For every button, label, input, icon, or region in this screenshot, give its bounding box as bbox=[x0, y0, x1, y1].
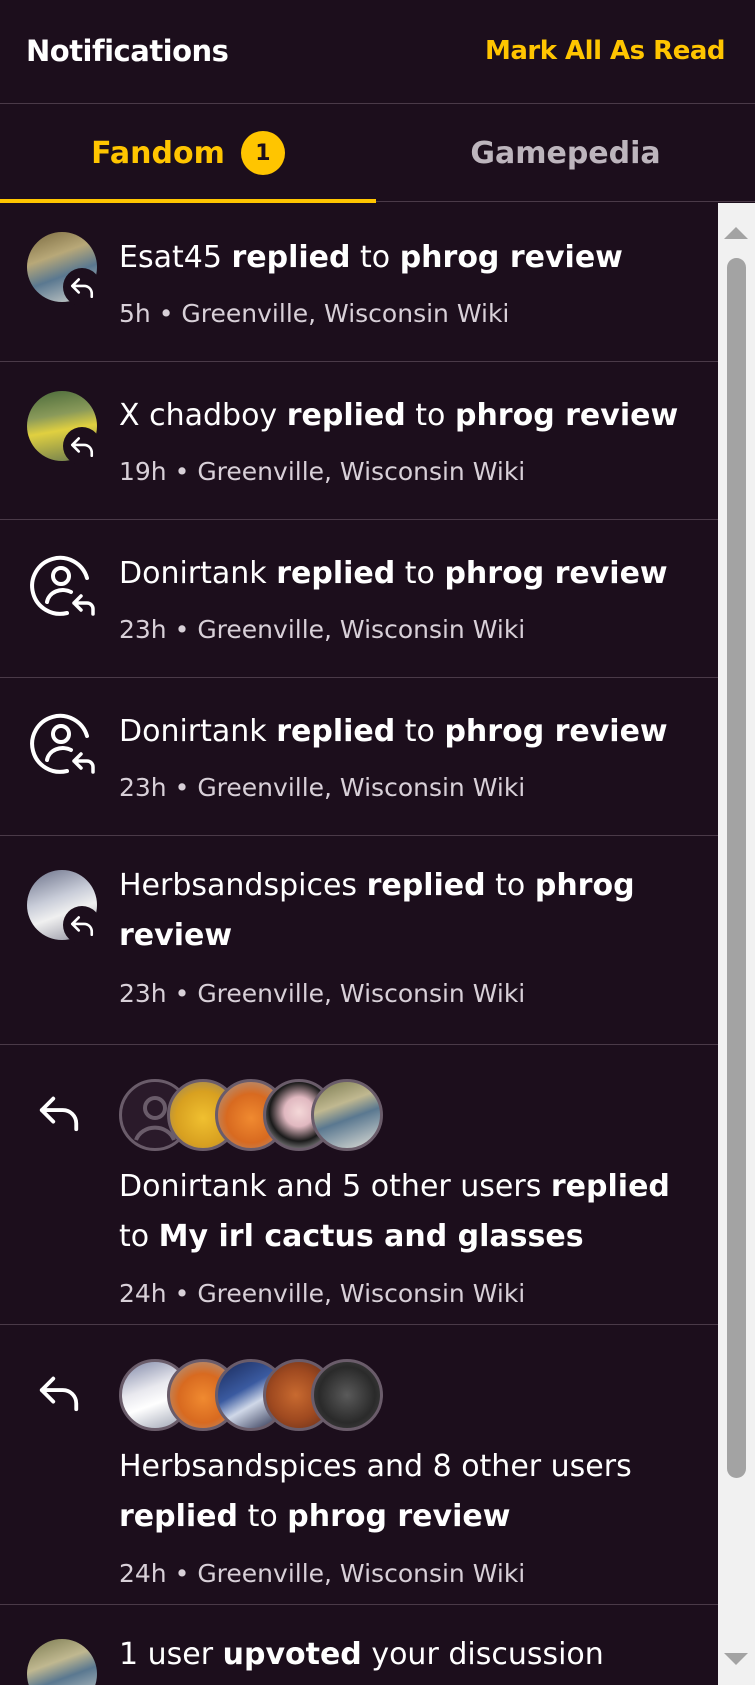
notification-text: Herbsandspices replied to phrog review bbox=[119, 868, 635, 953]
avatar-stack bbox=[119, 1359, 383, 1431]
avatar bbox=[27, 391, 101, 465]
scrollbar-thumb[interactable] bbox=[727, 258, 746, 1478]
page-title: Notifications bbox=[26, 34, 229, 68]
notification-meta: 5h • Greenville, Wisconsin Wiki bbox=[119, 299, 510, 328]
notification-text: Herbsandspices and 8 other users replied … bbox=[119, 1449, 632, 1534]
notification-meta: 24h • Greenville, Wisconsin Wiki bbox=[119, 1559, 526, 1588]
tab-gamepedia-label: Gamepedia bbox=[470, 135, 661, 171]
notifications-header: Notifications Mark All As Read bbox=[0, 0, 755, 104]
default-avatar-reply-icon bbox=[27, 708, 97, 778]
notification-item[interactable]: Donirtank replied to phrog review 23h • … bbox=[0, 520, 718, 678]
notification-meta: 19h • Greenville, Wisconsin Wiki bbox=[119, 457, 526, 486]
mark-all-read-button[interactable]: Mark All As Read bbox=[485, 36, 726, 66]
unread-count-badge: 1 bbox=[240, 131, 285, 175]
notification-meta: 23h • Greenville, Wisconsin Wiki bbox=[119, 773, 526, 802]
notification-text: X chadboy replied to phrog review bbox=[119, 398, 679, 433]
reply-icon bbox=[36, 1369, 82, 1419]
tab-fandom-label: Fandom bbox=[91, 135, 225, 171]
notification-text: Donirtank replied to phrog review bbox=[119, 556, 668, 591]
tab-gamepedia[interactable]: Gamepedia bbox=[376, 104, 755, 202]
avatar bbox=[311, 1079, 383, 1151]
reply-icon bbox=[63, 427, 101, 465]
notification-meta: 23h • Greenville, Wisconsin Wiki bbox=[119, 615, 526, 644]
notification-text: Esat45 replied to phrog review bbox=[119, 240, 623, 275]
tab-fandom[interactable]: Fandom 1 bbox=[0, 104, 376, 203]
avatar bbox=[27, 870, 101, 944]
notification-item[interactable]: X chadboy replied to phrog review 19h • … bbox=[0, 362, 718, 520]
reply-icon bbox=[63, 906, 101, 944]
avatar bbox=[27, 232, 101, 306]
notification-item[interactable]: 1 user upvoted your discussion bbox=[0, 1605, 718, 1685]
avatar bbox=[311, 1359, 383, 1431]
notification-text: Donirtank and 5 other users replied to My… bbox=[119, 1169, 670, 1254]
notification-item[interactable]: Herbsandspices replied to phrog review 23… bbox=[0, 836, 718, 1045]
avatar bbox=[27, 1639, 97, 1685]
notification-meta: 24h • Greenville, Wisconsin Wiki bbox=[119, 1279, 526, 1308]
notification-item[interactable]: Herbsandspices and 8 other users replied … bbox=[0, 1325, 718, 1605]
tab-bar: Fandom 1 Gamepedia bbox=[0, 104, 755, 203]
scroll-up-arrow-icon[interactable] bbox=[724, 227, 748, 239]
avatar-stack bbox=[119, 1079, 383, 1151]
notification-item[interactable]: Esat45 replied to phrog review 5h • Gree… bbox=[0, 203, 718, 362]
notification-item[interactable]: Donirtank and 5 other users replied to My… bbox=[0, 1045, 718, 1325]
default-avatar-reply-icon bbox=[27, 550, 97, 620]
scroll-down-arrow-icon[interactable] bbox=[724, 1653, 748, 1665]
reply-icon bbox=[63, 268, 101, 306]
reply-icon bbox=[36, 1089, 82, 1139]
notification-meta: 23h • Greenville, Wisconsin Wiki bbox=[119, 979, 526, 1008]
notification-list: Esat45 replied to phrog review 5h • Gree… bbox=[0, 203, 718, 1685]
notification-text: 1 user upvoted your discussion bbox=[119, 1637, 604, 1672]
notification-item[interactable]: Donirtank replied to phrog review 23h • … bbox=[0, 678, 718, 836]
scrollbar[interactable] bbox=[718, 203, 755, 1685]
notification-text: Donirtank replied to phrog review bbox=[119, 714, 668, 749]
